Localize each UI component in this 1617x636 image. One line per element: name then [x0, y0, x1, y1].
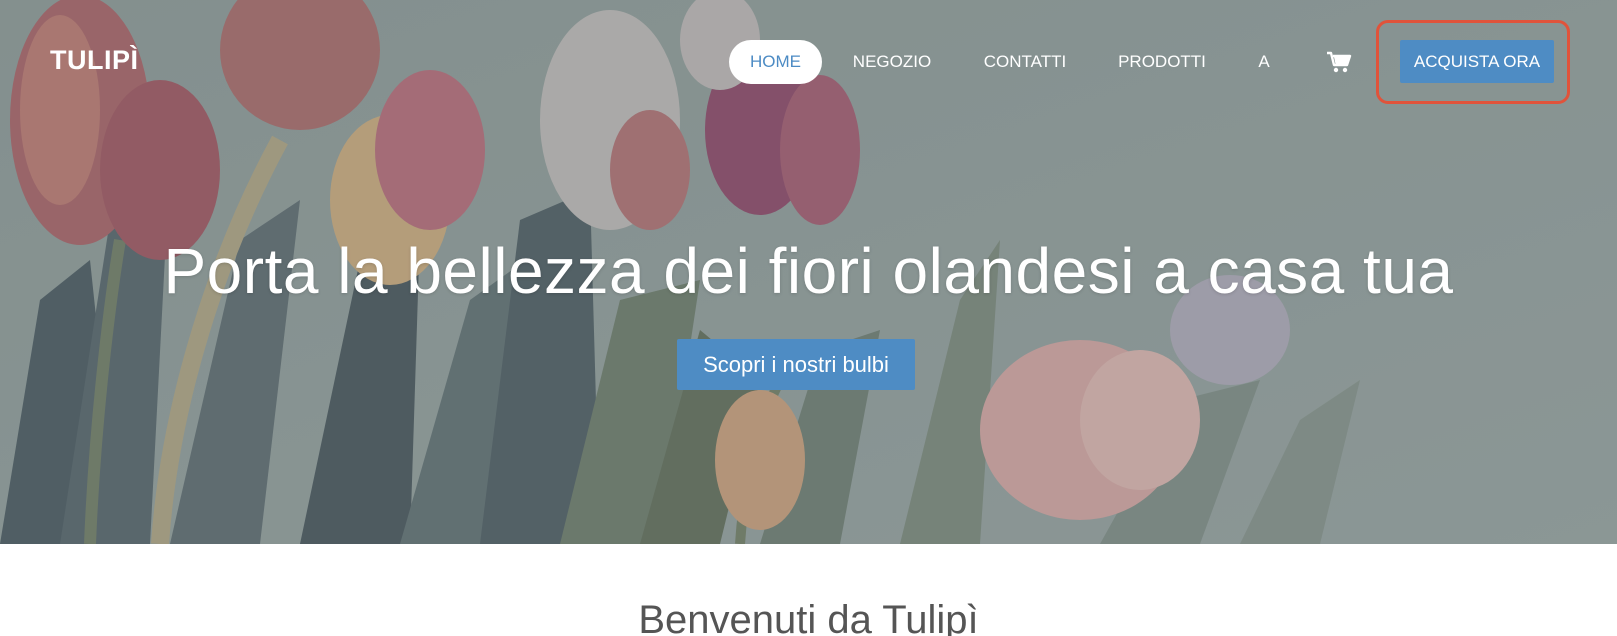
- hero-headline: Porta la bellezza dei fiori olandesi a c…: [163, 235, 1454, 307]
- discover-bulbs-button[interactable]: Scopri i nostri bulbi: [677, 339, 915, 390]
- buy-now-button[interactable]: ACQUISTA ORA: [1400, 40, 1554, 83]
- nav-item-a[interactable]: A: [1252, 40, 1276, 84]
- nav-item-home[interactable]: HOME: [729, 40, 822, 84]
- brand-logo[interactable]: TULIPÌ: [50, 45, 139, 76]
- nav-item-negozio[interactable]: NEGOZIO: [848, 40, 936, 84]
- welcome-title: Benvenuti da Tulipì: [638, 598, 979, 636]
- nav-item-prodotti[interactable]: PRODOTTI: [1114, 40, 1210, 84]
- shopping-cart-icon[interactable]: [1326, 50, 1352, 74]
- hero-section: TULIPÌ HOME NEGOZIO CONTATTI PRODOTTI A …: [0, 0, 1617, 544]
- nav-item-contatti[interactable]: CONTATTI: [978, 40, 1072, 84]
